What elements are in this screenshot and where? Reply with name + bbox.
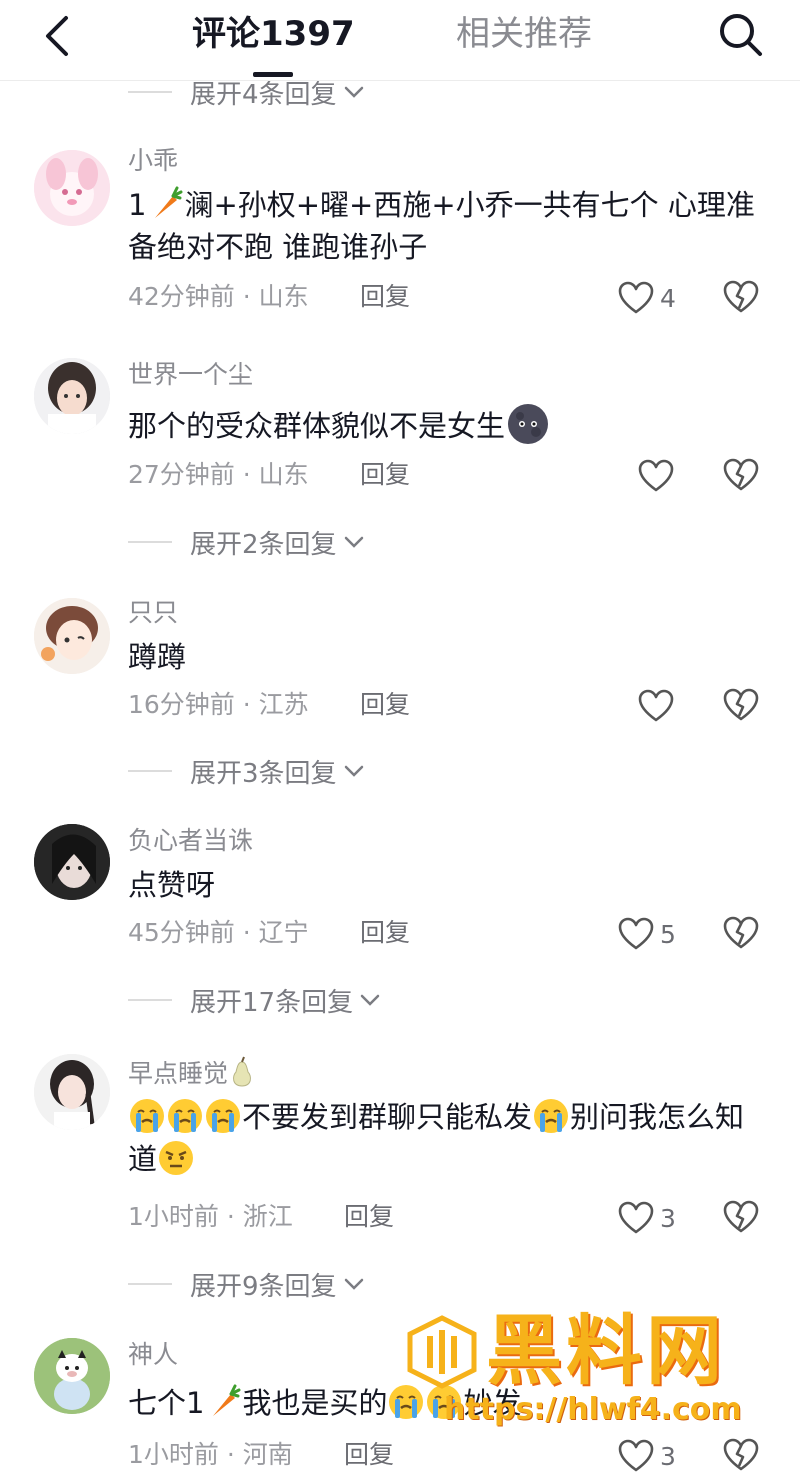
expand-replies-button[interactable]: 展开9条回复 bbox=[128, 1264, 365, 1304]
reply-button[interactable]: 回复 bbox=[344, 1440, 394, 1470]
username[interactable]: 负心者当诛 bbox=[128, 826, 253, 856]
divider-line bbox=[128, 999, 172, 1001]
like-button[interactable] bbox=[638, 458, 674, 494]
dislike-button[interactable] bbox=[722, 1200, 760, 1236]
chevron-down-icon bbox=[360, 994, 380, 1006]
reply-button[interactable]: 回复 bbox=[360, 282, 410, 312]
crying-emoji bbox=[427, 1385, 462, 1419]
expand-replies-label: 展开3条回复 bbox=[190, 758, 337, 789]
heart-icon bbox=[618, 1201, 654, 1234]
carrot-emoji bbox=[155, 186, 183, 218]
chevron-down-icon bbox=[344, 536, 363, 548]
broken-heart-icon bbox=[723, 1438, 759, 1471]
username[interactable]: 神人 bbox=[128, 1340, 178, 1370]
like-count: 5 bbox=[660, 919, 676, 949]
top-bar: 评论1397 相关推荐 bbox=[0, 0, 800, 81]
avatar[interactable] bbox=[34, 824, 110, 900]
comment-text: 点赞呀 bbox=[128, 868, 216, 902]
tab-related-recommend[interactable]: 相关推荐 bbox=[456, 14, 592, 54]
broken-heart-icon bbox=[723, 688, 759, 721]
divider-line bbox=[128, 91, 172, 93]
comment-meta: 16分钟前 · 江苏 bbox=[128, 690, 309, 719]
search-icon bbox=[720, 14, 762, 56]
comment-meta: 45分钟前 · 辽宁 bbox=[128, 918, 309, 947]
comment-meta: 27分钟前 · 山东 bbox=[128, 460, 309, 489]
heart-icon bbox=[638, 689, 674, 722]
heart-icon bbox=[618, 917, 654, 950]
reply-button[interactable]: 回复 bbox=[360, 460, 410, 490]
comment-text: 七个1 我也是买的 妙发 bbox=[128, 1384, 522, 1420]
broken-heart-icon bbox=[723, 458, 759, 491]
search-button[interactable] bbox=[716, 10, 764, 58]
comment-text: 不要发到群聊只能私发 别问我怎么知道 bbox=[128, 1099, 745, 1176]
comment-text: 那个的受众群体貌似不是女生 bbox=[128, 402, 768, 447]
back-button[interactable] bbox=[40, 14, 80, 58]
chevron-down-icon bbox=[344, 86, 363, 98]
crying-emoji bbox=[206, 1099, 240, 1133]
reply-button[interactable]: 回复 bbox=[360, 690, 410, 720]
crying-emoji bbox=[534, 1099, 569, 1133]
chevron-down-icon bbox=[344, 765, 363, 777]
divider-line bbox=[128, 541, 172, 543]
divider-line bbox=[128, 770, 172, 772]
tab-comments[interactable]: 评论1397 bbox=[192, 14, 355, 54]
comment-meta: 42分钟前 · 山东 bbox=[128, 282, 309, 311]
comment-meta: 1小时前 · 河南 bbox=[128, 1440, 293, 1469]
expand-replies-button[interactable]: 展开3条回复 bbox=[128, 751, 365, 791]
like-count: 3 bbox=[660, 1441, 676, 1471]
comment-text: 1 澜+孙权+曜+西施+小乔一共有七个 心理准备绝对不跑 谁跑谁孙子 bbox=[128, 186, 755, 264]
like-count: 3 bbox=[660, 1203, 676, 1233]
watermark: 黑料网 https://hlwf4.com bbox=[404, 1306, 784, 1446]
expand-replies-button[interactable]: 展开17条回复 bbox=[128, 980, 381, 1020]
avatar[interactable] bbox=[34, 598, 110, 674]
expand-replies-label: 展开2条回复 bbox=[190, 529, 337, 560]
back-arrow-icon bbox=[46, 16, 68, 56]
crying-emoji bbox=[389, 1385, 424, 1419]
avatar[interactable] bbox=[34, 1338, 110, 1414]
comment-meta: 1小时前 · 浙江 bbox=[128, 1202, 293, 1231]
divider-line bbox=[128, 1283, 172, 1285]
crying-emoji bbox=[168, 1099, 202, 1133]
pear-emoji bbox=[233, 1056, 252, 1087]
broken-heart-icon bbox=[723, 280, 759, 313]
dislike-button[interactable] bbox=[722, 1438, 760, 1474]
expand-replies-button[interactable]: 展开2条回复 bbox=[128, 522, 365, 562]
username-row: 早点睡觉 bbox=[128, 1056, 256, 1089]
chevron-down-icon bbox=[344, 1278, 363, 1290]
broken-heart-icon bbox=[723, 916, 759, 949]
angry-emoji bbox=[159, 1141, 194, 1175]
like-count: 4 bbox=[660, 283, 676, 313]
dislike-button[interactable] bbox=[722, 458, 760, 494]
active-tab-indicator bbox=[253, 72, 293, 77]
avatar[interactable] bbox=[34, 1054, 110, 1130]
reply-button[interactable]: 回复 bbox=[344, 1202, 394, 1232]
carrot-emoji bbox=[213, 1384, 241, 1416]
heart-icon bbox=[638, 459, 674, 492]
expand-replies-label: 展开17条回复 bbox=[190, 987, 354, 1018]
like-button[interactable]: 5 bbox=[618, 916, 676, 952]
like-button[interactable]: 3 bbox=[618, 1200, 676, 1236]
like-button[interactable] bbox=[638, 688, 674, 724]
reply-button[interactable]: 回复 bbox=[360, 918, 410, 948]
avatar[interactable] bbox=[34, 150, 110, 226]
avatar[interactable] bbox=[34, 358, 110, 434]
moon-emoji bbox=[508, 404, 549, 444]
broken-heart-icon bbox=[723, 1200, 759, 1233]
crying-emoji bbox=[130, 1099, 164, 1133]
username[interactable]: 小乖 bbox=[128, 146, 178, 176]
like-button[interactable]: 3 bbox=[618, 1438, 676, 1474]
username[interactable]: 只只 bbox=[128, 598, 178, 628]
dislike-button[interactable] bbox=[722, 688, 760, 724]
expand-replies-label: 展开9条回复 bbox=[190, 1271, 337, 1302]
comment-text: 蹲蹲 bbox=[128, 640, 187, 674]
dislike-button[interactable] bbox=[722, 280, 760, 316]
heart-icon bbox=[618, 1439, 654, 1472]
heart-icon bbox=[618, 281, 654, 314]
dislike-button[interactable] bbox=[722, 916, 760, 952]
username[interactable]: 世界一个尘 bbox=[128, 360, 253, 390]
like-button[interactable]: 4 bbox=[618, 280, 676, 316]
username[interactable]: 早点睡觉 bbox=[128, 1059, 228, 1088]
watermark-logo-icon bbox=[407, 1315, 477, 1389]
